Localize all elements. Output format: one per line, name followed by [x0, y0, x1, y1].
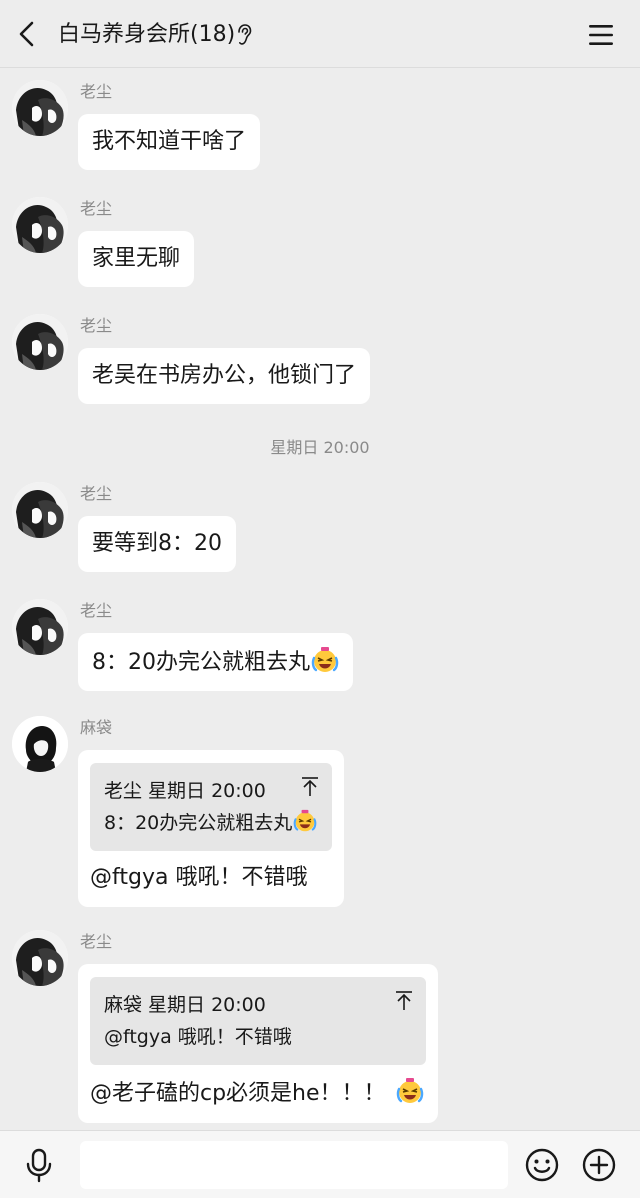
manga-avatar-image — [12, 314, 68, 370]
manga-avatar-image — [12, 197, 68, 253]
chat-header: 白马养身会所(18) — [0, 0, 640, 68]
jump-to-top-icon[interactable] — [394, 990, 414, 1012]
jump-to-top-icon[interactable] — [300, 776, 320, 798]
laughing-crying-emoji-icon — [396, 1078, 423, 1103]
message-bubble[interactable]: 麻袋 星期日 20:00 @ftgya 哦吼！不错哦 @老子磕的cp必须是he！… — [78, 964, 438, 1123]
sender-name: 老尘 — [80, 82, 113, 101]
message-list[interactable]: 老尘 我不知道干啥了 老尘 家里无聊 老尘 老吴在书房办公，他锁门了 星期日 2… — [0, 68, 640, 1130]
message-bubble[interactable]: 要等到8：20 — [78, 516, 236, 572]
sender-name: 老尘 — [80, 601, 113, 620]
quote-text: 8：20办完公就粗去丸 — [104, 812, 293, 834]
message-text: 8：20办完公就粗去丸 — [92, 650, 310, 675]
sender-name: 老尘 — [80, 199, 113, 218]
avatar[interactable] — [12, 314, 68, 370]
quoted-message[interactable]: 麻袋 星期日 20:00 @ftgya 哦吼！不错哦 — [90, 977, 426, 1065]
hamburger-menu-icon[interactable] — [586, 20, 616, 50]
avatar[interactable] — [12, 197, 68, 253]
dark-hair-avatar-image — [12, 716, 68, 772]
smiley-icon[interactable] — [524, 1147, 560, 1183]
manga-avatar-image — [12, 482, 68, 538]
avatar[interactable] — [12, 930, 68, 986]
ear-icon — [238, 24, 252, 45]
avatar[interactable] — [12, 599, 68, 655]
timestamp-divider: 星期日 20:00 — [270, 438, 370, 457]
message-text: @老子磕的cp必须是he！！！ — [90, 1081, 386, 1106]
message-text: 我不知道干啥了 — [92, 129, 247, 154]
message-text: 家里无聊 — [92, 246, 181, 271]
quote-text: @ftgya 哦吼！不错哦 — [104, 1026, 292, 1048]
manga-avatar-image — [12, 930, 68, 986]
message-input[interactable] — [80, 1141, 508, 1189]
sender-name: 麻袋 — [80, 718, 113, 737]
message-text: @ftgya 哦吼！不错哦 — [90, 865, 308, 890]
sender-name: 老尘 — [80, 932, 113, 951]
avatar[interactable] — [12, 716, 68, 772]
laughing-crying-emoji-icon — [311, 647, 339, 672]
manga-avatar-image — [12, 599, 68, 655]
manga-avatar-image — [12, 80, 68, 136]
message-bubble[interactable]: 我不知道干啥了 — [78, 114, 261, 170]
message-text: 要等到8：20 — [92, 531, 222, 556]
avatar[interactable] — [12, 80, 68, 136]
quote-header: 麻袋 星期日 20:00 — [104, 994, 266, 1016]
avatar[interactable] — [12, 482, 68, 538]
message-bubble[interactable]: 家里无聊 — [78, 231, 195, 287]
plus-icon[interactable] — [581, 1147, 617, 1183]
sender-name: 老尘 — [80, 484, 113, 503]
sender-name: 老尘 — [80, 316, 113, 335]
message-text: 老吴在书房办公，他锁门了 — [92, 363, 357, 388]
message-bubble[interactable]: 8：20办完公就粗去丸 — [78, 633, 353, 691]
message-bubble[interactable]: 老吴在书房办公，他锁门了 — [78, 348, 371, 404]
laughing-crying-emoji-icon — [293, 809, 317, 832]
message-bubble[interactable]: 老尘 星期日 20:00 8：20办完公就粗去丸 @ftgya 哦吼！不错哦 — [78, 750, 344, 907]
microphone-icon[interactable] — [22, 1147, 56, 1183]
chevron-left-icon[interactable] — [14, 20, 42, 48]
chat-title: 白马养身会所(18) — [58, 22, 236, 47]
input-bar — [0, 1130, 640, 1198]
quote-header: 老尘 星期日 20:00 — [104, 780, 266, 802]
quoted-message[interactable]: 老尘 星期日 20:00 8：20办完公就粗去丸 — [90, 763, 332, 851]
